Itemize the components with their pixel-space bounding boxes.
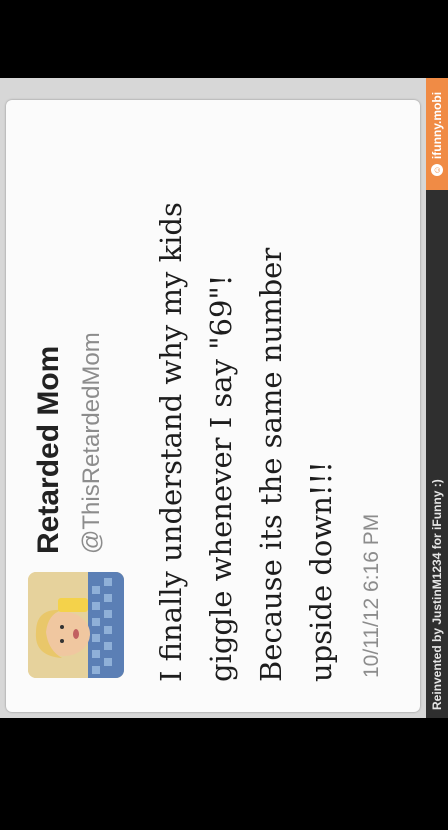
tweet-timestamp[interactable]: 10/11/12 6:16 PM bbox=[360, 514, 384, 678]
user-handle[interactable]: @ThisRetardedMom bbox=[78, 332, 106, 554]
watermark-bar: Reinvented by JustinM1234 for iFunny :) … bbox=[426, 78, 448, 718]
tweet-line: Because its the same number bbox=[254, 247, 288, 682]
tweet-line: giggle whenever I say "69"! bbox=[204, 274, 238, 682]
tweet-card: Retarded Mom @ThisRetardedMom I finally … bbox=[6, 100, 420, 712]
tweet-line: upside down!!! bbox=[304, 461, 338, 682]
screenshot-frame: Retarded Mom @ThisRetardedMom I finally … bbox=[0, 78, 448, 718]
tweet-text: I finally understand why my kids giggle … bbox=[146, 122, 346, 682]
credit-text: Reinvented by JustinM1234 for iFunny :) bbox=[430, 479, 444, 710]
site-label: ifunny.mobi bbox=[430, 91, 444, 160]
avatar-photo bbox=[28, 572, 124, 678]
avatar[interactable] bbox=[28, 572, 124, 678]
site-badge[interactable]: ☺ ifunny.mobi bbox=[426, 78, 448, 190]
ifunny-smiley-icon: ☺ bbox=[431, 164, 443, 177]
rotated-content: Retarded Mom @ThisRetardedMom I finally … bbox=[0, 78, 448, 718]
display-name[interactable]: Retarded Mom bbox=[32, 346, 66, 554]
tweet-line: I finally understand why my kids bbox=[154, 202, 188, 682]
